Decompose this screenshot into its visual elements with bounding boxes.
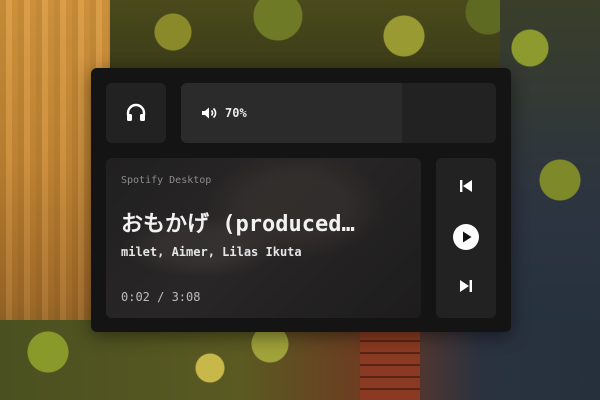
skip-next-icon — [460, 280, 472, 292]
track-title: おもかげ (produced… — [121, 212, 355, 237]
next-track-button[interactable] — [436, 268, 496, 304]
speaker-icon — [202, 107, 217, 119]
media-player-widget: 70% Spotify Desktop おもかげ (produced… mile… — [91, 68, 511, 332]
volume-slider[interactable]: 70% — [181, 83, 496, 143]
wallpaper-ground — [0, 320, 600, 400]
now-playing-card: Spotify Desktop おもかげ (produced… milet, A… — [106, 158, 421, 318]
volume-percent-label: 70% — [225, 106, 247, 120]
play-button[interactable] — [436, 219, 496, 255]
play-icon — [453, 224, 479, 250]
track-artist: milet, Aimer, Lilas Ikuta — [121, 245, 302, 259]
playback-controls — [436, 158, 496, 318]
track-time: 0:02 / 3:08 — [121, 290, 201, 304]
skip-previous-icon — [460, 180, 472, 192]
headphones-icon — [126, 103, 146, 121]
output-device-button[interactable] — [106, 83, 166, 143]
volume-readout: 70% — [201, 83, 247, 143]
previous-track-button[interactable] — [436, 168, 496, 204]
player-source-label: Spotify Desktop — [121, 175, 212, 186]
wallpaper-brick-wall — [360, 330, 420, 400]
